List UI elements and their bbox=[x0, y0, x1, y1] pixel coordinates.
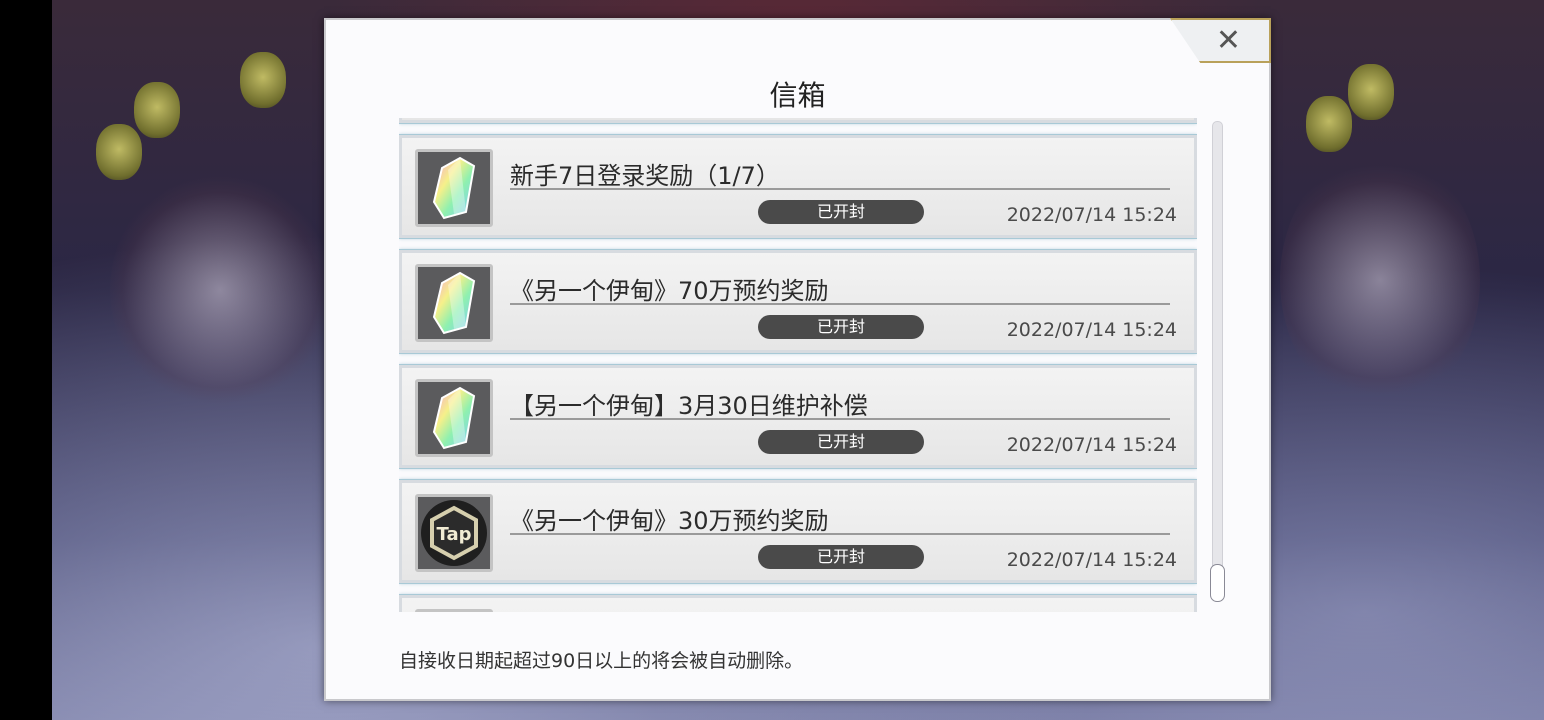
auto-delete-note: 自接收日期起超过90日以上的将会被自动删除。 bbox=[399, 650, 804, 672]
mail-item[interactable]: 新手7日登录奖励（1/7） 已开封 2022/07/14 15:24 bbox=[399, 134, 1197, 239]
status-badge: 已开封 bbox=[758, 545, 924, 569]
mail-date: 2022/07/14 15:24 bbox=[1006, 434, 1177, 456]
mail-title: 《另一个伊甸》30万预约奖励 bbox=[510, 507, 829, 535]
lantern-icon bbox=[1348, 64, 1394, 120]
mail-item[interactable]: Tap 《另一个伊甸》30万预约奖励 已开封 2022/07/14 15:24 bbox=[399, 479, 1197, 584]
crystal-icon bbox=[415, 264, 493, 342]
status-badge: 已开封 bbox=[758, 315, 924, 339]
mail-item[interactable]: 【另一个伊甸】3月30日维护补偿 已开封 2022/07/14 15:24 bbox=[399, 364, 1197, 469]
snowy-tree bbox=[110, 170, 330, 410]
status-badge: 已开封 bbox=[758, 200, 924, 224]
scrollbar-track[interactable] bbox=[1212, 121, 1223, 602]
divider bbox=[510, 188, 1170, 190]
mail-title: 《另一个伊甸》70万预约奖励 bbox=[510, 277, 829, 305]
mail-date: 2022/07/14 15:24 bbox=[1006, 319, 1177, 341]
status-badge: 已开封 bbox=[758, 430, 924, 454]
mail-date: 2022/07/14 15:24 bbox=[1006, 204, 1177, 226]
lantern-icon bbox=[96, 124, 142, 180]
crystal-icon bbox=[415, 149, 493, 227]
mail-date: 2022/07/14 15:24 bbox=[1006, 549, 1177, 571]
mail-item[interactable]: 《另一个伊甸》70万预约奖励 已开封 2022/07/14 15:24 bbox=[399, 249, 1197, 354]
tap-icon-label: Tap bbox=[437, 524, 472, 545]
tap-icon: Tap bbox=[415, 494, 493, 572]
lantern-icon bbox=[240, 52, 286, 108]
mail-icon-partial bbox=[415, 609, 493, 612]
snowy-tree bbox=[1280, 150, 1480, 410]
mail-item-partial bbox=[399, 118, 1197, 124]
close-icon: ✕ bbox=[1215, 23, 1241, 58]
crystal-icon bbox=[415, 379, 493, 457]
divider bbox=[510, 533, 1170, 535]
dialog-title: 信箱 bbox=[769, 79, 826, 112]
mail-title: 【另一个伊甸】3月30日维护补偿 bbox=[510, 392, 868, 420]
mail-list[interactable]: 新手7日登录奖励（1/7） 已开封 2022/07/14 15:24 《另一个伊… bbox=[399, 118, 1197, 612]
divider bbox=[510, 418, 1170, 420]
lantern-icon bbox=[134, 82, 180, 138]
mail-title: 新手7日登录奖励（1/7） bbox=[510, 162, 780, 190]
mail-item-partial[interactable] bbox=[399, 594, 1197, 612]
divider bbox=[510, 303, 1170, 305]
lantern-icon bbox=[1306, 96, 1352, 152]
scrollbar-thumb[interactable] bbox=[1210, 564, 1225, 602]
